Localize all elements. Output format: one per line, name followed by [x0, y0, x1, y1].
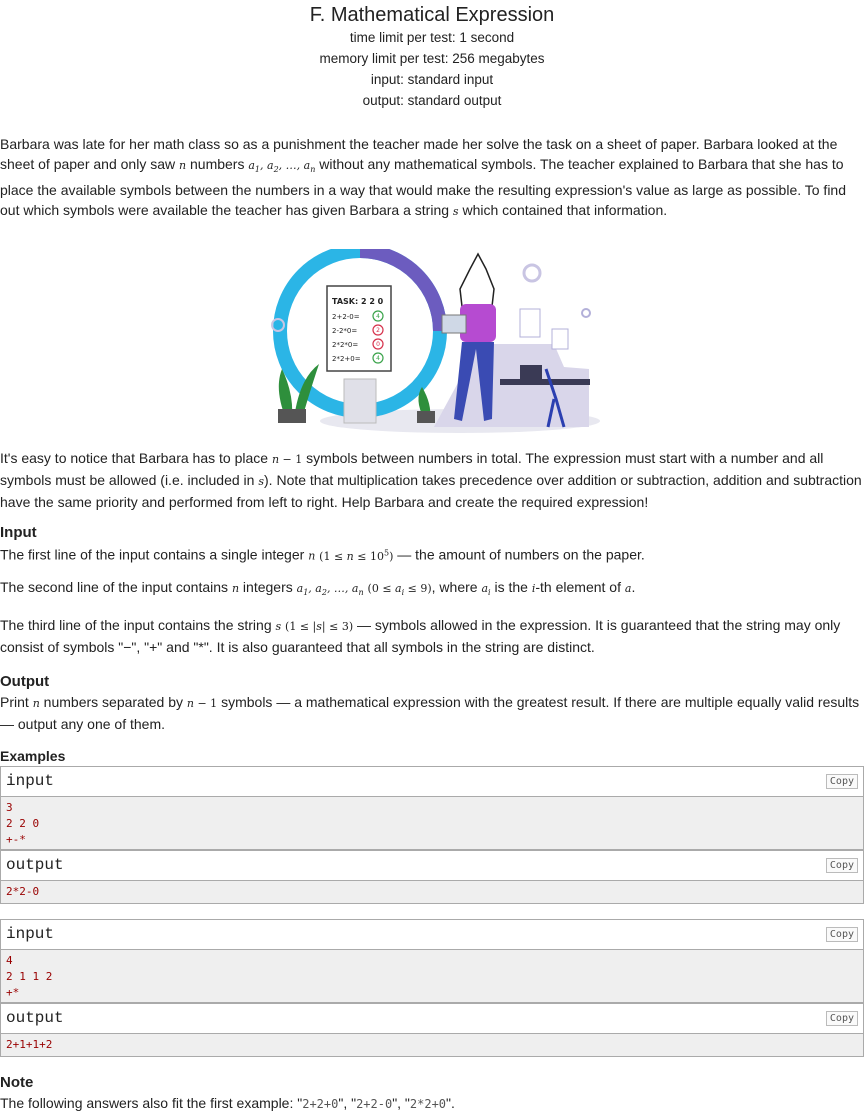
- svg-text:2*2+0=: 2*2+0=: [332, 355, 361, 363]
- memory-limit: memory limit per test: 256 megabytes: [319, 51, 545, 66]
- svg-text:2+2-0=: 2+2-0=: [332, 313, 360, 321]
- output-label: output: [6, 856, 64, 874]
- output-description: Print n numbers separated by n − 1 symbo…: [0, 694, 860, 732]
- input-source: input: standard input: [370, 72, 494, 87]
- input-line-3: The third line of the input contains the…: [0, 617, 841, 655]
- copy-button[interactable]: Copy: [825, 927, 858, 942]
- input-heading: Input: [0, 524, 37, 541]
- copy-button[interactable]: Copy: [825, 1011, 858, 1026]
- examples-heading: Examples: [0, 748, 66, 764]
- copy-button[interactable]: Copy: [825, 858, 858, 873]
- statement-paragraph-1: Barbara was late for her math class so a…: [0, 136, 847, 219]
- example-2-output: output Copy 2+1+1+2: [0, 1003, 864, 1057]
- example-2-input: input Copy 4 2 1 1 2 +*: [0, 919, 864, 1003]
- example-2-input-content: 4 2 1 1 2 +*: [1, 950, 863, 1002]
- note-heading: Note: [0, 1074, 34, 1091]
- output-label: output: [6, 1009, 64, 1027]
- input-label: input: [6, 925, 55, 943]
- example-1-output: output Copy 2*2-0: [0, 850, 864, 904]
- math-task-illustration: TASK: 2 2 0 2+2-0= 2-2*0= 2*2*0= 2*2+0= …: [271, 244, 600, 433]
- input-label: input: [6, 772, 55, 790]
- svg-text:TASK: 2 2 0: TASK: 2 2 0: [332, 297, 384, 306]
- note-text: The following answers also fit the first…: [0, 1095, 455, 1111]
- svg-text:4: 4: [376, 355, 380, 362]
- example-1-input-content: 3 2 2 0 +-*: [1, 797, 863, 849]
- svg-text:2*2*0=: 2*2*0=: [332, 341, 358, 349]
- input-line-1: The first line of the input contains a s…: [0, 546, 645, 563]
- problem-title: F. Mathematical Expression: [309, 4, 555, 26]
- output-heading: Output: [0, 673, 50, 690]
- svg-text:0: 0: [376, 341, 380, 348]
- output-source: output: standard output: [362, 93, 502, 108]
- example-1-input: input Copy 3 2 2 0 +-*: [0, 766, 864, 850]
- svg-text:4: 4: [376, 313, 380, 320]
- example-2-output-content: 2+1+1+2: [1, 1034, 863, 1056]
- time-limit: time limit per test: 1 second: [349, 30, 515, 45]
- svg-text:2: 2: [376, 327, 380, 334]
- problem-header: F. Mathematical Expression time limit pe…: [0, 3, 864, 111]
- illustration: TASK: 2 2 0 2+2-0= 2-2*0= 2*2*0= 2*2+0= …: [264, 244, 600, 435]
- statement-paragraph-2: It's easy to notice that Barbara has to …: [0, 450, 862, 510]
- copy-button[interactable]: Copy: [825, 774, 858, 789]
- example-1-output-content: 2*2-0: [1, 881, 863, 903]
- svg-text:2-2*0=: 2-2*0=: [332, 327, 357, 335]
- input-line-2: The second line of the input contains n …: [0, 579, 636, 598]
